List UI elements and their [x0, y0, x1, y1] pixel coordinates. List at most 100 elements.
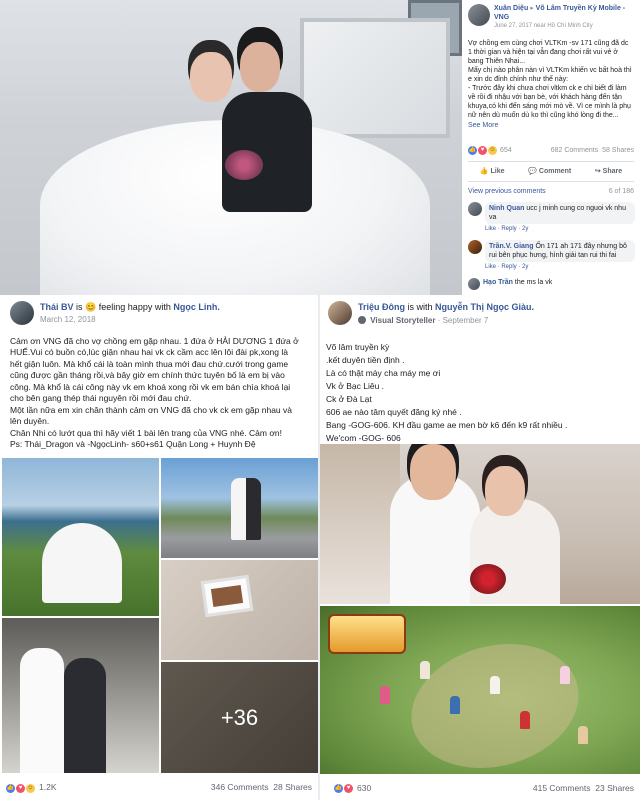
like-reaction-icon: 👍	[468, 146, 477, 155]
comment-text: the ms la vk	[514, 279, 553, 286]
game-logo	[328, 614, 406, 654]
like-reaction-icon: 👍	[6, 783, 15, 793]
comment-meta[interactable]: Like · Reply · 2y	[485, 225, 635, 234]
body-line: Ck ở Đà Lạt	[326, 394, 372, 404]
tagged-friend-link[interactable]: Ngọc Linh.	[173, 302, 220, 312]
groom	[240, 42, 280, 92]
window	[300, 18, 450, 138]
post-stats: 👍 ♥ ☺ 654 682 Comments 58 Shares	[468, 146, 634, 155]
author-link[interactable]: Thái BV	[40, 302, 74, 312]
view-previous-row: View previous comments 6 of 186	[468, 187, 634, 196]
body-line: cũng được gần tháng rồi,và bây giờ em ch…	[10, 370, 285, 380]
game-character	[380, 686, 390, 704]
body-line: HUẾ.Vui có buồn có,lúc giận nhau hai vk …	[10, 347, 288, 357]
view-previous-comments-link[interactable]: View previous comments	[468, 187, 546, 196]
body-line: Võ lâm truyền kỳ	[326, 342, 390, 352]
bouquet	[225, 150, 263, 180]
couple-photo[interactable]	[320, 444, 640, 604]
shares-count[interactable]: 23 Shares	[595, 783, 634, 793]
game-character	[560, 666, 570, 684]
like-reaction-icon: 👍	[334, 783, 343, 793]
body-line: 606 ae nào tâm quyết đăng ký nhé .	[326, 407, 462, 417]
share-button[interactable]: ↪ Share	[595, 167, 622, 176]
tagged-friend-link[interactable]: Nguyễn Thị Ngọc Giàu.	[435, 302, 534, 312]
shares-count[interactable]: 28 Shares	[273, 782, 312, 792]
game-character	[450, 696, 460, 714]
comments-count[interactable]: 346 Comments	[211, 782, 269, 792]
body-line: 1 thời gian và hiện tại vẫn đang chơi rấ…	[468, 49, 618, 56]
comment: Trần.V. Giang Ốn 171 ah 171 đây nhưng bô…	[468, 240, 635, 272]
body-line: Ps: Thái_Dragon và -NgọcLinh- s60+s61 Qu…	[10, 439, 256, 449]
badge[interactable]: Visual Storyteller	[370, 316, 435, 325]
love-reaction-icon: ♥	[478, 146, 487, 155]
comments-count[interactable]: 682 Comments	[551, 147, 598, 154]
photo-gallery: +36	[0, 458, 318, 773]
body-line: lên duyên.	[10, 416, 50, 426]
love-reaction-icon: ♥	[344, 783, 353, 793]
comment-button[interactable]: 💬 Comment	[528, 167, 571, 176]
reactions[interactable]: 👍 ♥ 630	[334, 782, 371, 795]
shares-count[interactable]: 58 Shares	[602, 147, 634, 154]
comments-count[interactable]: 415 Comments	[533, 783, 591, 793]
comment-page-indicator: 6 of 186	[608, 188, 634, 195]
haha-reaction-icon: ☺	[26, 783, 35, 793]
wedding-photo-main[interactable]	[0, 0, 462, 295]
post-date[interactable]: September 7	[443, 316, 489, 325]
body-line: nữ nên dù muốn dù ko thì cũng khó lòng đ…	[468, 112, 619, 119]
reaction-count: 1.2K	[39, 782, 57, 793]
body-line: về rồi đi nhậu với bạn bè, với khách hàn…	[468, 94, 622, 101]
body-line: Mấy chị nào phân nàn vì VLTKm khiến vc b…	[468, 67, 632, 74]
author-link[interactable]: Triệu Đông	[358, 302, 405, 312]
game-character	[420, 661, 430, 679]
like-button[interactable]: 👍 Like	[480, 167, 505, 176]
reactions[interactable]: 👍 ♥ ☺ 654	[468, 146, 512, 155]
body-line: - Trước đây khi chưa chơi vltkm ck e chỉ…	[468, 85, 627, 92]
arrow-icon: ▸	[530, 5, 534, 12]
gallery-photo[interactable]	[161, 458, 318, 558]
body-line: cho bên gang thép thái nguyên rồi mới đa…	[10, 393, 192, 403]
body-line: .kết duyên tiền định .	[326, 355, 405, 365]
more-photos-count[interactable]: +36	[161, 662, 318, 773]
gallery-photo[interactable]	[161, 560, 318, 660]
avatar[interactable]	[468, 4, 490, 26]
gallery-photo[interactable]: +36	[161, 662, 318, 773]
post-body: Vợ chồng em cùng chơi VLTKm -sv 171 cũng…	[468, 39, 634, 130]
game-character	[578, 726, 588, 744]
avatar[interactable]	[328, 301, 352, 325]
visual-storyteller-icon	[358, 316, 366, 324]
body-line: Chân Nhi có lướt qua thì hãy viết 1 bài …	[10, 427, 282, 438]
commenter-avatar[interactable]	[468, 278, 480, 290]
body-line: Là có thật máy cha máy mẹ ơi	[326, 368, 441, 378]
avatar[interactable]	[10, 301, 34, 325]
bride	[190, 52, 232, 102]
post-stats: 👍 ♥ 630 415 Comments 23 Shares	[320, 777, 640, 799]
left-post: Thái BV is 😊 feeling happy with Ngọc Lin…	[0, 295, 318, 800]
comment-meta[interactable]: Like · Reply · 2y	[485, 263, 635, 272]
body-line: khuya,có khi đến sáng mới mò về. Vì ce m…	[468, 103, 631, 110]
see-more-link[interactable]: See More	[468, 121, 634, 130]
post-stats: 👍 ♥ ☺ 1.2K 346 Comments 28 Shares	[0, 777, 318, 799]
status-text: is	[76, 302, 83, 312]
love-reaction-icon: ♥	[16, 783, 25, 793]
author-link[interactable]: Xuân Diệu	[494, 5, 528, 12]
post-date[interactable]: June 27, 2017 near Hồ Chí Minh City	[494, 22, 634, 31]
gallery-photo[interactable]	[2, 618, 159, 773]
gallery-photo[interactable]	[2, 458, 159, 616]
game-character	[490, 676, 500, 694]
commenter-avatar[interactable]	[468, 240, 482, 254]
game-screenshot[interactable]	[320, 606, 640, 774]
commenter-name[interactable]: Hạo Trần	[483, 279, 513, 286]
body-line: Vk ở Bạc Liêu .	[326, 381, 385, 391]
commenter-name[interactable]: Ninh Quan	[489, 205, 524, 212]
reactions[interactable]: 👍 ♥ ☺ 1.2K	[6, 782, 57, 794]
post-header: Triệu Đông is with Nguyễn Thị Ngọc Giàu.…	[320, 295, 640, 327]
body-line: e xin dc đính chính như thế này:	[468, 76, 569, 83]
post-body: Cảm ơn VNG đã cho vợ chồng em gặp nhau. …	[0, 326, 318, 451]
commenter-avatar[interactable]	[468, 202, 482, 216]
post-date[interactable]: March 12, 2018	[40, 314, 220, 326]
post-actions: 👍 Like 💬 Comment ↪ Share	[468, 161, 634, 182]
commenter-name[interactable]: Trần.V. Giang	[489, 243, 533, 250]
feeling-icon: 😊	[85, 302, 97, 312]
body-line: bang Thiên Nhai...	[468, 58, 526, 65]
body-line: hết giận luôn. Mà khổ cái là toàn mình t…	[10, 358, 289, 369]
